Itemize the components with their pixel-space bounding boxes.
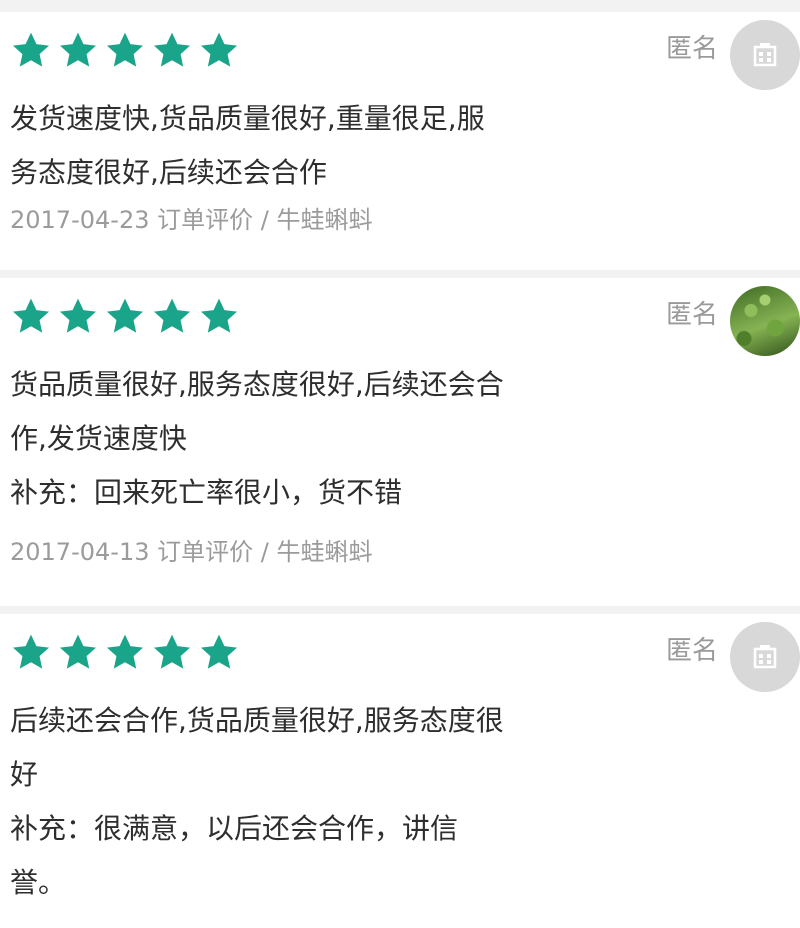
reviewer-name: 匿名 xyxy=(665,34,718,64)
star-rating xyxy=(10,632,240,674)
star-icon xyxy=(200,634,238,669)
star-icon xyxy=(106,634,144,669)
star-icon xyxy=(59,298,97,333)
star-icon xyxy=(12,32,50,67)
review-line: 务态度很好,后续还会合作 xyxy=(10,156,327,189)
reviewer-name: 匿名 xyxy=(665,300,718,330)
star-icon xyxy=(153,298,191,333)
star-icon xyxy=(106,32,144,67)
review-supplement: 补充：很满意，以后还会合作，讲信 xyxy=(10,812,459,845)
star-icon xyxy=(153,634,191,669)
review-card: 匿名 发货速度快,货品质量很好,重量很足,服 务态度很好,后续还会合作 2017… xyxy=(0,12,800,270)
star-icon xyxy=(200,32,238,67)
default-avatar-icon xyxy=(753,645,777,669)
review-meta: 2017-04-13 订单评价 / 牛蛙蝌蚪 xyxy=(10,538,373,566)
review-text: 发货速度快,货品质量很好,重量很足,服 务态度很好,后续还会合作 xyxy=(10,92,610,200)
review-supplement: 补充：回来死亡率很小，货不错 xyxy=(10,476,403,509)
star-icon xyxy=(153,32,191,67)
review-supplement: 誉。 xyxy=(10,866,67,899)
review-line: 作,发货速度快 xyxy=(10,422,187,455)
review-card: 匿名 货品质量很好,服务态度很好,后续还会合 作,发货速度快 补充：回来死亡率很… xyxy=(0,278,800,606)
review-card: 匿名 后续还会合作,货品质量很好,服务态度很 好 补充：很满意，以后还会合作，讲… xyxy=(0,614,800,928)
review-line: 后续还会合作,货品质量很好,服务态度很 xyxy=(10,704,504,737)
star-icon xyxy=(12,298,50,333)
review-text: 货品质量很好,服务态度很好,后续还会合 作,发货速度快 补充：回来死亡率很小，货… xyxy=(10,358,610,520)
star-rating xyxy=(10,30,240,72)
review-text: 后续还会合作,货品质量很好,服务态度很 好 补充：很满意，以后还会合作，讲信 誉… xyxy=(10,694,610,910)
review-meta: 2017-04-23 订单评价 / 牛蛙蝌蚪 xyxy=(10,206,373,234)
review-list: 匿名 发货速度快,货品质量很好,重量很足,服 务态度很好,后续还会合作 2017… xyxy=(0,0,800,928)
default-avatar-icon xyxy=(753,43,777,67)
star-icon xyxy=(12,634,50,669)
star-icon xyxy=(59,634,97,669)
star-icon xyxy=(59,32,97,67)
star-icon xyxy=(106,298,144,333)
star-icon xyxy=(200,298,238,333)
review-line: 好 xyxy=(10,758,39,791)
review-line: 货品质量很好,服务态度很好,后续还会合 xyxy=(10,368,504,401)
star-rating xyxy=(10,296,240,338)
avatar[interactable] xyxy=(730,622,800,692)
reviewer-name: 匿名 xyxy=(665,636,718,666)
avatar-grass-photo[interactable] xyxy=(730,286,800,356)
avatar[interactable] xyxy=(730,20,800,90)
review-line: 发货速度快,货品质量很好,重量很足,服 xyxy=(10,102,485,135)
